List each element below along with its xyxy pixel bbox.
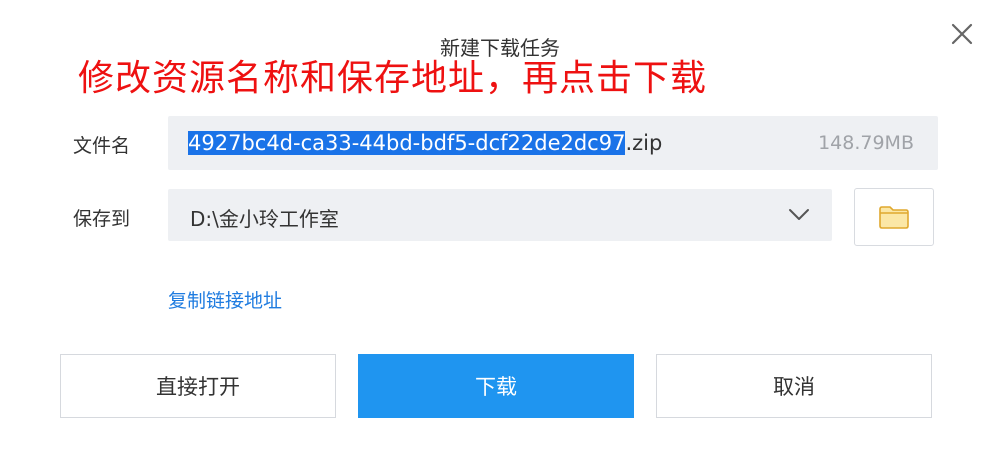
folder-icon (879, 206, 909, 229)
red-annotation-text: 修改资源名称和保存地址，再点击下载 (78, 58, 708, 99)
new-download-dialog: 新建下载任务 修改资源名称和保存地址，再点击下载 文件名 4927bc4d-ca… (0, 0, 1000, 468)
close-button[interactable] (946, 18, 978, 50)
file-size: 148.79MB (818, 132, 914, 154)
saveto-label: 保存到 (73, 208, 131, 230)
open-directly-button[interactable]: 直接打开 (60, 354, 336, 418)
filename-label: 文件名 (73, 135, 131, 157)
filename-selected-text: 4927bc4d-ca33-44bd-bdf5-dcf22de2dc97 (188, 131, 626, 155)
filename-value[interactable]: 4927bc4d-ca33-44bd-bdf5-dcf22de2dc97.zip (188, 131, 662, 155)
saveto-path: D:\金小玲工作室 (190, 207, 339, 231)
copy-link-address[interactable]: 复制链接地址 (168, 286, 282, 313)
browse-folder-button[interactable] (854, 188, 934, 246)
download-button[interactable]: 下载 (358, 354, 634, 418)
close-icon (951, 23, 973, 45)
cancel-button[interactable]: 取消 (656, 354, 932, 418)
chevron-down-icon[interactable] (788, 207, 810, 226)
saveto-dropdown[interactable]: D:\金小玲工作室 (168, 189, 832, 241)
filename-extension: .zip (625, 131, 663, 155)
filename-input[interactable]: 4927bc4d-ca33-44bd-bdf5-dcf22de2dc97.zip… (168, 116, 938, 170)
